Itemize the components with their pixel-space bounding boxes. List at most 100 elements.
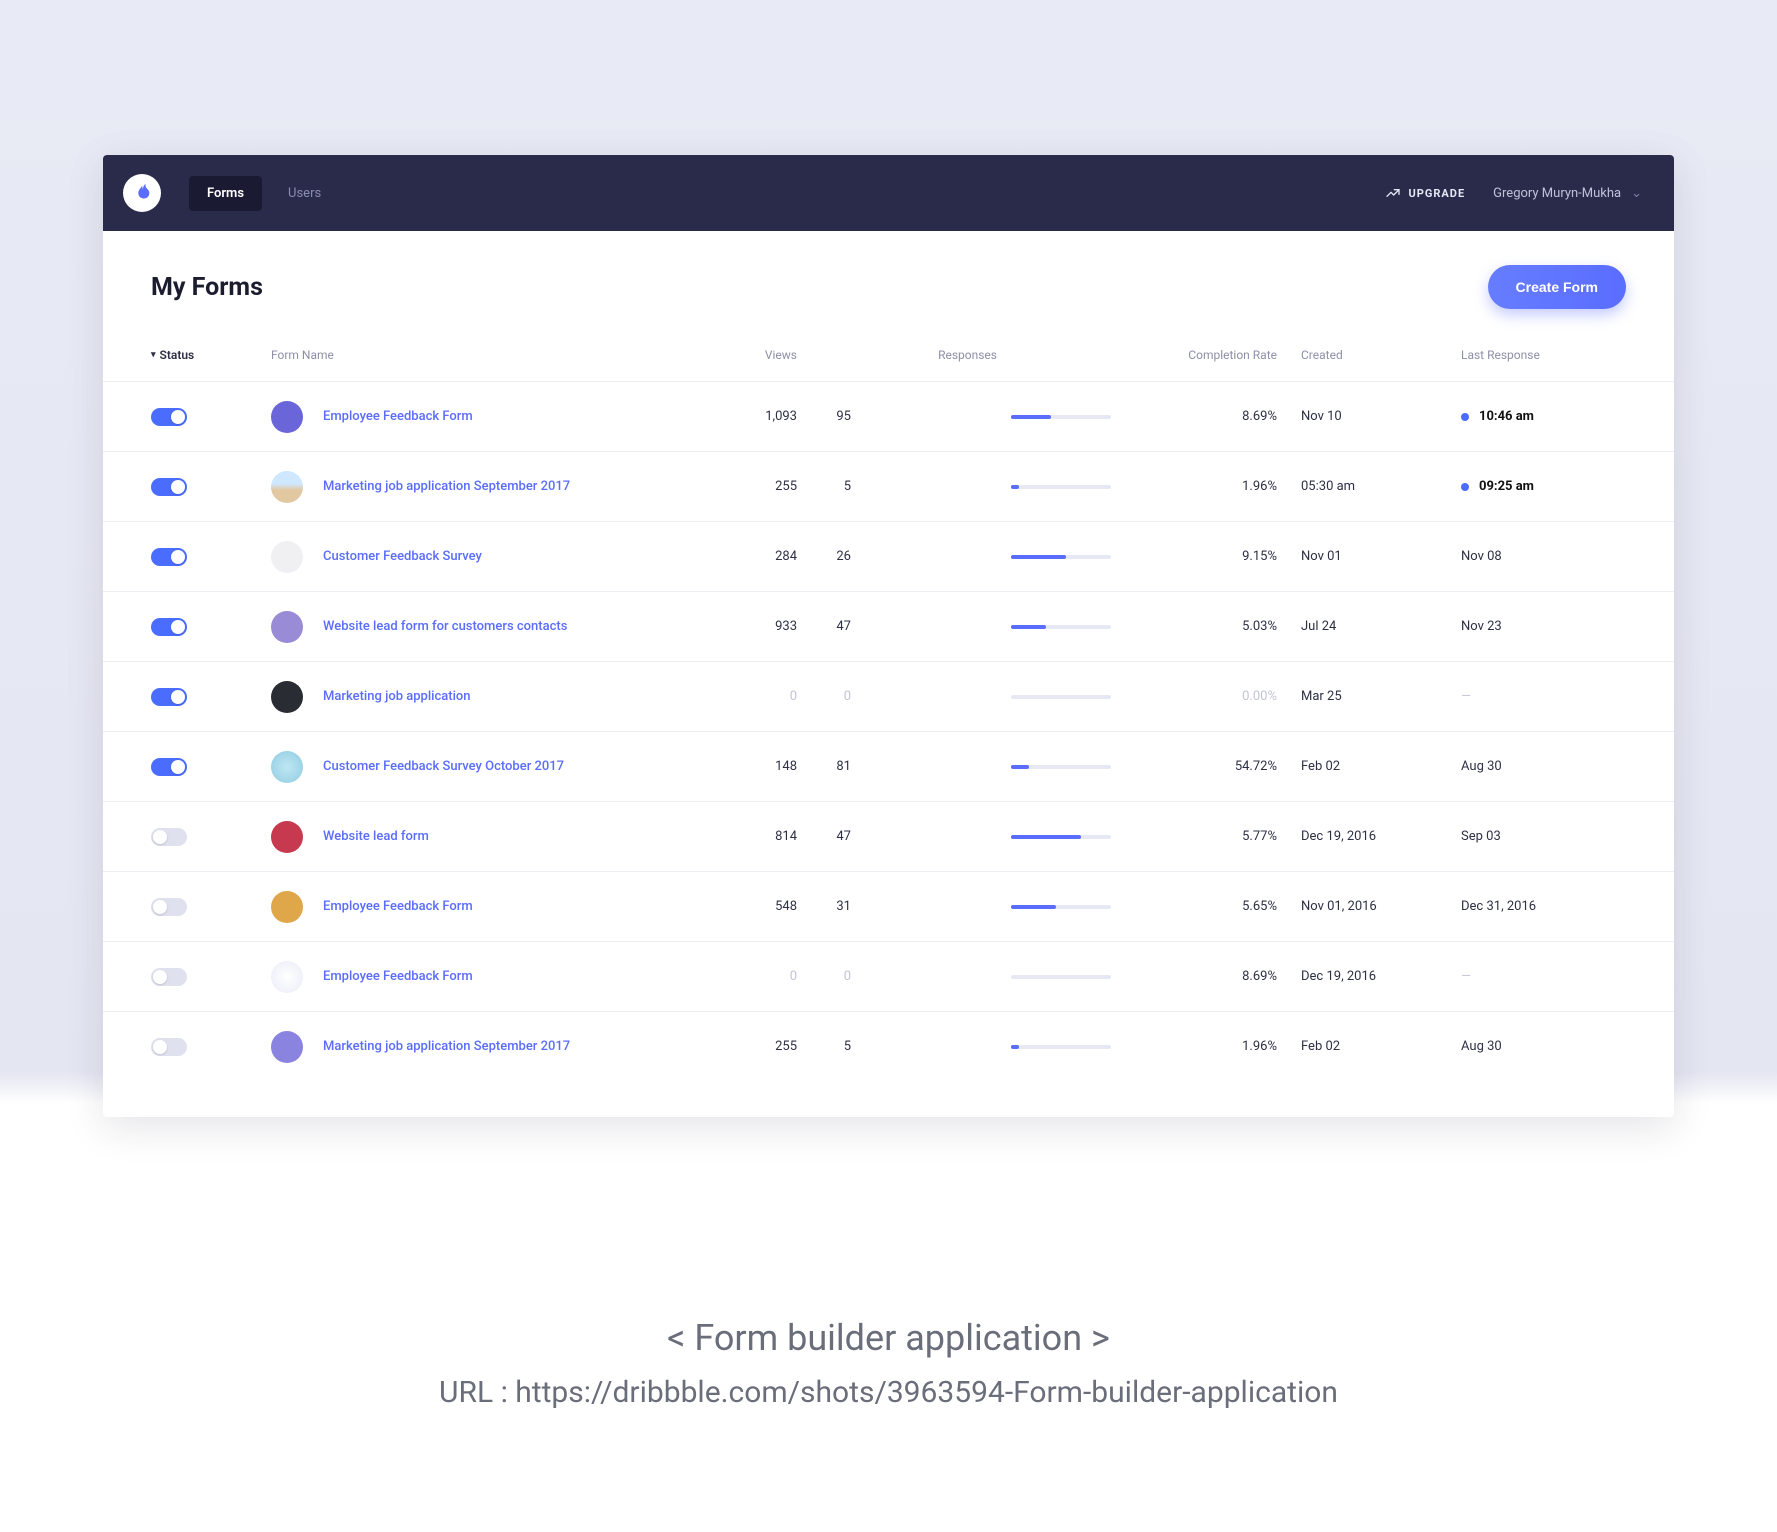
- caption-url: URL : https://dribbble.com/shots/3963594…: [0, 1375, 1777, 1410]
- app-logo[interactable]: [123, 174, 161, 212]
- caption-title: < Form builder application >: [0, 1317, 1777, 1359]
- created-value: Mar 25: [1301, 689, 1461, 704]
- form-name-link[interactable]: Employee Feedback Form: [323, 409, 473, 424]
- views-value: 284: [701, 549, 811, 564]
- forms-table: ▾ Status Form Name Views Responses Compl…: [103, 329, 1674, 1117]
- status-toggle[interactable]: [151, 548, 187, 566]
- table-row: Website lead form for customers contacts…: [103, 591, 1674, 661]
- status-toggle[interactable]: [151, 758, 187, 776]
- views-value: 255: [701, 479, 811, 494]
- avatar: [271, 681, 303, 713]
- trending-up-icon: [1385, 185, 1401, 201]
- status-toggle[interactable]: [151, 968, 187, 986]
- form-name-link[interactable]: Marketing job application: [323, 689, 471, 704]
- col-created[interactable]: Created: [1301, 348, 1461, 362]
- completion-bar: [1011, 485, 1111, 489]
- user-name: Gregory Muryn-Mukha: [1493, 186, 1621, 201]
- form-name-link[interactable]: Marketing job application September 2017: [323, 479, 570, 494]
- create-form-button[interactable]: Create Form: [1488, 265, 1626, 309]
- last-response-value: —: [1461, 689, 1626, 704]
- status-toggle[interactable]: [151, 478, 187, 496]
- responses-value: 95: [811, 409, 851, 424]
- completion-value: 9.15%: [1161, 549, 1301, 564]
- created-value: Dec 19, 2016: [1301, 829, 1461, 844]
- upgrade-link[interactable]: UPGRADE: [1385, 185, 1466, 201]
- col-views[interactable]: Views: [701, 348, 811, 362]
- created-value: Nov 01: [1301, 549, 1461, 564]
- last-response-value: 09:25 am: [1461, 479, 1626, 494]
- responses-value: 47: [811, 619, 851, 634]
- col-completion[interactable]: Completion Rate: [1161, 348, 1301, 362]
- responses-value: 47: [811, 829, 851, 844]
- flame-icon: [131, 182, 153, 204]
- completion-bar: [1011, 835, 1111, 839]
- views-value: 1,093: [701, 409, 811, 424]
- status-toggle[interactable]: [151, 828, 187, 846]
- form-name-link[interactable]: Employee Feedback Form: [323, 899, 473, 914]
- completion-bar: [1011, 415, 1111, 419]
- responses-value: 5: [811, 479, 851, 494]
- avatar: [271, 961, 303, 993]
- completion-value: 5.77%: [1161, 829, 1301, 844]
- completion-bar: [1011, 695, 1111, 699]
- views-value: 255: [701, 1039, 811, 1054]
- col-name[interactable]: Form Name: [271, 348, 701, 362]
- upgrade-label: UPGRADE: [1409, 187, 1466, 200]
- user-menu[interactable]: Gregory Muryn-Mukha ⌄: [1493, 186, 1642, 201]
- form-name-link[interactable]: Website lead form for customers contacts: [323, 619, 567, 634]
- table-row: Customer Feedback Survey284269.15%Nov 01…: [103, 521, 1674, 591]
- form-name-link[interactable]: Customer Feedback Survey October 2017: [323, 759, 564, 774]
- table-row: Marketing job application September 2017…: [103, 1011, 1674, 1081]
- page-header: My Forms Create Form: [103, 231, 1674, 329]
- last-response-value: Aug 30: [1461, 759, 1626, 774]
- responses-value: 31: [811, 899, 851, 914]
- table-row: Customer Feedback Survey October 2017 148…: [103, 731, 1674, 801]
- completion-value: 1.96%: [1161, 1039, 1301, 1054]
- status-toggle[interactable]: [151, 408, 187, 426]
- nav-tab-users[interactable]: Users: [270, 176, 339, 211]
- created-value: Dec 19, 2016: [1301, 969, 1461, 984]
- completion-value: 54.72%: [1161, 759, 1301, 774]
- main-nav: Forms Users: [189, 176, 339, 211]
- form-name-link[interactable]: Customer Feedback Survey: [323, 549, 482, 564]
- table-row: Employee Feedback Form548315.65%Nov 01, …: [103, 871, 1674, 941]
- last-response-value: —: [1461, 969, 1626, 984]
- completion-value: 5.65%: [1161, 899, 1301, 914]
- views-value: 933: [701, 619, 811, 634]
- table-row: Marketing job application000.00%Mar 25—: [103, 661, 1674, 731]
- col-responses[interactable]: Responses: [811, 348, 1011, 362]
- form-name-link[interactable]: Website lead form: [323, 829, 429, 844]
- topbar: Forms Users UPGRADE Gregory Muryn-Mukha …: [103, 155, 1674, 231]
- avatar: [271, 471, 303, 503]
- table-header: ▾ Status Form Name Views Responses Compl…: [103, 329, 1674, 381]
- completion-bar: [1011, 765, 1111, 769]
- table-row: Website lead form814475.77%Dec 19, 2016S…: [103, 801, 1674, 871]
- col-last[interactable]: Last Response: [1461, 348, 1626, 362]
- nav-tab-forms[interactable]: Forms: [189, 176, 262, 211]
- new-indicator-dot: [1461, 483, 1469, 491]
- views-value: 548: [701, 899, 811, 914]
- status-toggle[interactable]: [151, 898, 187, 916]
- views-value: 0: [701, 689, 811, 704]
- avatar: [271, 751, 303, 783]
- status-toggle[interactable]: [151, 688, 187, 706]
- completion-bar: [1011, 905, 1111, 909]
- form-name-link[interactable]: Marketing job application September 2017: [323, 1039, 570, 1054]
- form-name-link[interactable]: Employee Feedback Form: [323, 969, 473, 984]
- last-response-value: Dec 31, 2016: [1461, 899, 1626, 914]
- last-response-value: Nov 08: [1461, 549, 1626, 564]
- completion-bar: [1011, 555, 1111, 559]
- completion-value: 8.69%: [1161, 969, 1301, 984]
- views-value: 148: [701, 759, 811, 774]
- table-row: Marketing job application September 2017…: [103, 451, 1674, 521]
- last-response-value: Aug 30: [1461, 1039, 1626, 1054]
- status-toggle[interactable]: [151, 1038, 187, 1056]
- created-value: Feb 02: [1301, 759, 1461, 774]
- col-status[interactable]: ▾ Status: [151, 348, 271, 362]
- completion-bar: [1011, 975, 1111, 979]
- completion-bar: [1011, 1045, 1111, 1049]
- completion-value: 0.00%: [1161, 689, 1301, 704]
- avatar: [271, 541, 303, 573]
- status-toggle[interactable]: [151, 618, 187, 636]
- col-status-label: Status: [160, 348, 195, 362]
